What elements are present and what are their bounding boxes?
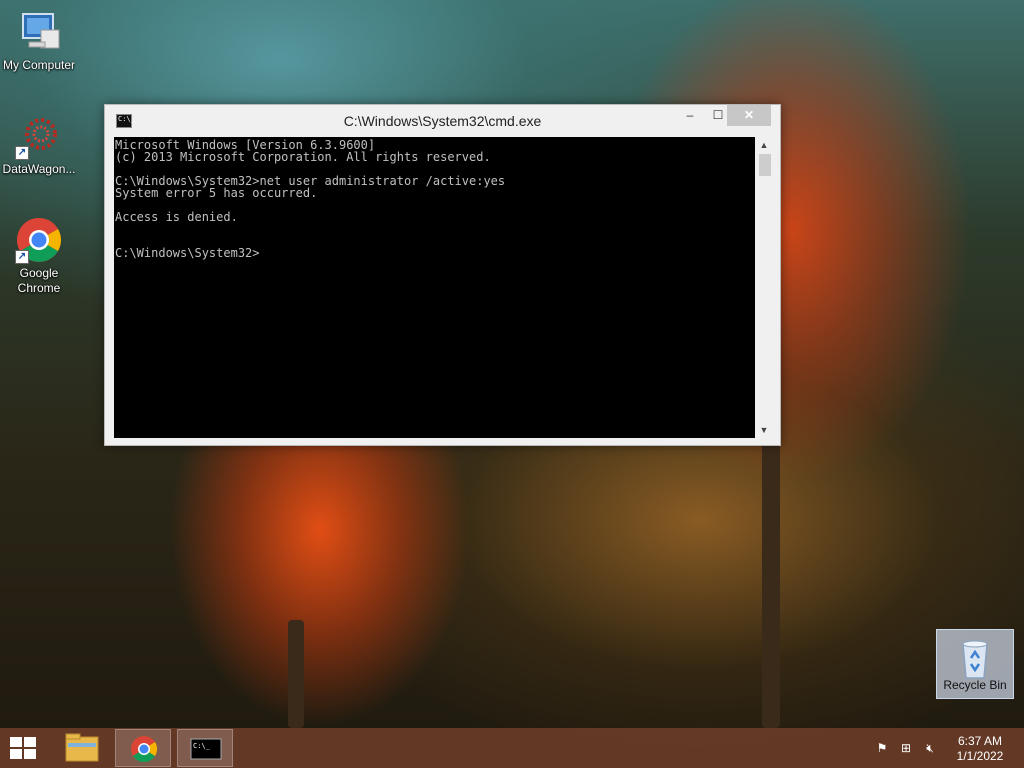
taskbar-item-google-chrome[interactable] bbox=[115, 729, 171, 767]
cmd-icon: C:\_ bbox=[190, 738, 222, 760]
close-button[interactable]: ✕ bbox=[727, 105, 771, 126]
taskbar-item-file-explorer[interactable] bbox=[54, 729, 110, 767]
taskbar: C:\_ ⚑ ⊞ 🔇︎ 6:37 AM 1/1/2022 bbox=[0, 728, 1024, 768]
recycle-bin-icon bbox=[951, 634, 999, 682]
clock-date: 1/1/2022 bbox=[956, 749, 1004, 763]
chrome-icon bbox=[131, 736, 158, 763]
title-bar[interactable]: C:\_ C:\Windows\System32\cmd.exe ‒ ☐ ✕ bbox=[105, 105, 780, 137]
datawagon-icon: ↗ bbox=[15, 112, 63, 160]
cmd-window[interactable]: C:\_ C:\Windows\System32\cmd.exe ‒ ☐ ✕ M… bbox=[104, 104, 781, 446]
recycle-bin-label: Recycle Bin bbox=[943, 678, 1007, 692]
flower-stem bbox=[762, 440, 780, 728]
desktop-icon-label: My Computer bbox=[2, 58, 76, 72]
desktop-icon-datawagon[interactable]: ↗ DataWagon... bbox=[1, 112, 77, 177]
scroll-thumb[interactable] bbox=[759, 154, 771, 176]
svg-text:C:\_: C:\_ bbox=[193, 742, 211, 750]
chrome-icon: ↗ bbox=[15, 216, 63, 264]
scroll-down-icon[interactable]: ▼ bbox=[756, 422, 772, 438]
start-button[interactable] bbox=[10, 737, 38, 759]
flower-stem bbox=[288, 620, 304, 728]
computer-icon bbox=[15, 8, 63, 56]
minimize-button[interactable]: ‒ bbox=[677, 105, 703, 126]
desktop-icon-google-chrome[interactable]: ↗ Google Chrome bbox=[1, 216, 77, 296]
network-icon[interactable]: ⊞ bbox=[898, 741, 914, 755]
taskbar-clock[interactable]: 6:37 AM 1/1/2022 bbox=[950, 734, 1010, 764]
flag-icon[interactable]: ⚑ bbox=[874, 741, 890, 755]
desktop-icon-label: DataWagon... bbox=[2, 162, 76, 176]
shortcut-arrow-icon: ↗ bbox=[15, 250, 29, 264]
desktop-icon-recycle-bin[interactable]: Recycle Bin bbox=[936, 629, 1014, 699]
vertical-scrollbar[interactable]: ▲ ▼ bbox=[756, 137, 772, 438]
volume-muted-icon[interactable]: 🔇︎ bbox=[922, 741, 938, 755]
shortcut-arrow-icon: ↗ bbox=[15, 146, 29, 160]
desktop-icon-label: Google Chrome bbox=[17, 266, 61, 295]
clock-time: 6:37 AM bbox=[957, 734, 1003, 748]
scroll-up-icon[interactable]: ▲ bbox=[756, 137, 772, 153]
console-output[interactable]: Microsoft Windows [Version 6.3.9600] (c)… bbox=[114, 137, 755, 438]
folder-icon bbox=[65, 733, 99, 762]
desktop-icon-my-computer[interactable]: My Computer bbox=[1, 8, 77, 73]
taskbar-item-command-prompt[interactable]: C:\_ bbox=[177, 729, 233, 767]
